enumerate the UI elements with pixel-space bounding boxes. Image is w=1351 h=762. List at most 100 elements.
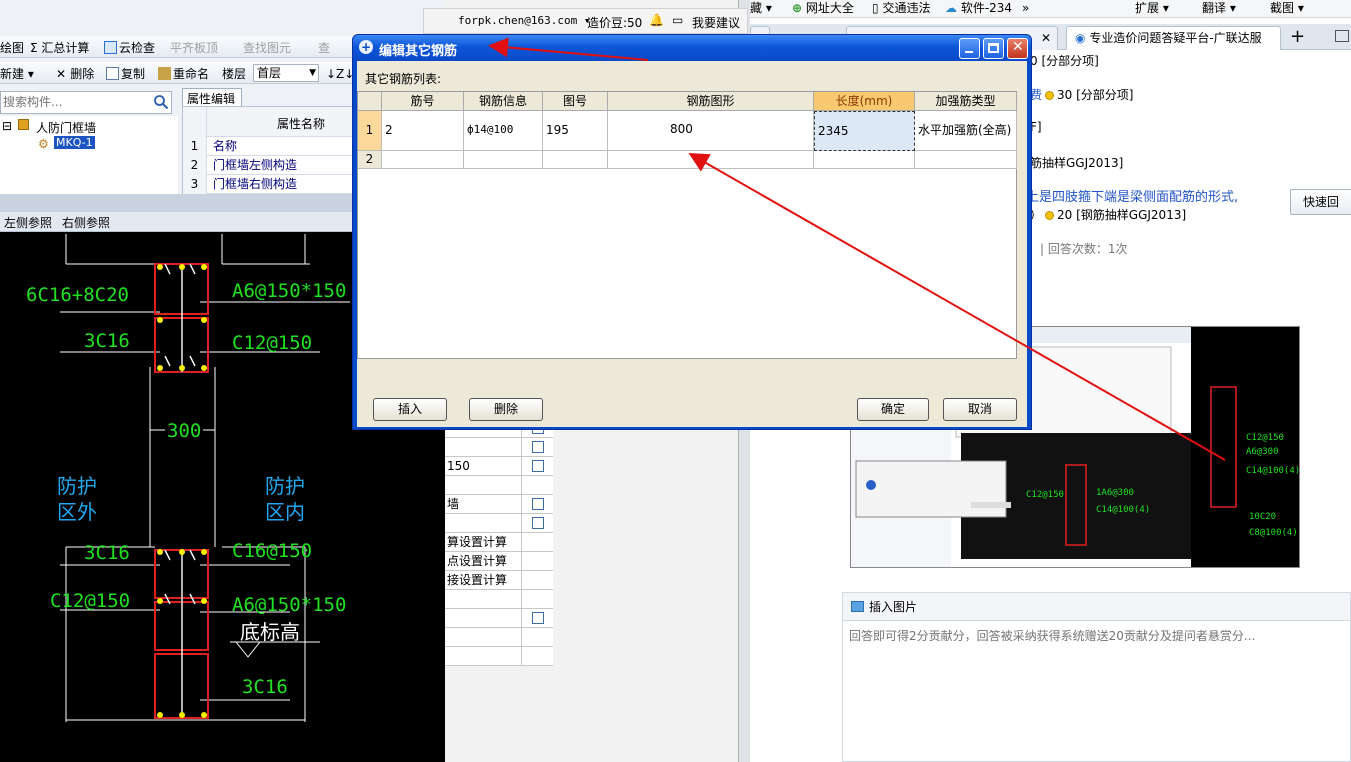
suggest-link[interactable]: 我要建议 [692, 14, 740, 31]
list-item[interactable] [445, 647, 553, 666]
new-tab-button[interactable]: + [1290, 26, 1305, 47]
question-text[interactable]: 上是四肢箍下端是梁侧面配筋的形式, [1026, 186, 1238, 205]
copy-icon [106, 67, 119, 80]
left-reference-tab[interactable]: 左侧参照 [4, 214, 52, 231]
copy-button[interactable]: 复制 [106, 65, 145, 82]
reinforcement-type-cell[interactable] [915, 151, 1017, 169]
bookmark-item[interactable]: ☁ 软件-234 [945, 0, 1012, 16]
window-icon[interactable] [1335, 30, 1349, 42]
answer-textarea[interactable] [849, 627, 1344, 747]
translate-menu[interactable]: 翻译 ▾ [1202, 0, 1236, 16]
list-item[interactable] [445, 438, 553, 457]
column-header[interactable]: 筋号 [382, 92, 464, 111]
svg-text:C8@100(4): C8@100(4) [1249, 528, 1298, 538]
list-item[interactable]: 算设置计算 [445, 533, 553, 552]
list-item[interactable]: 墙 [445, 495, 553, 514]
checkbox[interactable] [532, 460, 544, 472]
length-cell[interactable] [814, 151, 915, 169]
reinforcement-type-cell[interactable]: 水平加强筋(全高) [915, 111, 1017, 151]
minimize-button[interactable] [959, 38, 980, 59]
list-item-label: 墙 [445, 495, 522, 514]
extension-menu[interactable]: 扩展 ▾ [1135, 0, 1169, 16]
floor-select[interactable]: 首层 ▼ [253, 64, 319, 82]
rebar-shape-cell[interactable] [608, 151, 814, 169]
list-item[interactable]: 点设置计算 [445, 552, 553, 571]
delete-component-button[interactable]: ✕ 删除 [56, 65, 94, 82]
cad-label: C12@150 [50, 590, 131, 612]
toolbar-more[interactable]: 查 [318, 39, 330, 56]
qa-item[interactable]: 费 30 [分部分项] [1030, 86, 1133, 103]
right-reference-tab[interactable]: 右侧参照 [62, 214, 110, 231]
dialog-titlebar[interactable]: + 编辑其它钢筋 ✕ [353, 35, 1031, 61]
rebar-shape-cell[interactable]: 800 150 [608, 111, 814, 151]
tree-root-node[interactable]: 人防门框墙 [36, 119, 96, 136]
bookmark-item[interactable]: ▯ 交通违法 [872, 0, 930, 16]
delete-button[interactable]: 删除 [469, 398, 543, 421]
checkbox[interactable] [532, 612, 544, 624]
ok-button[interactable]: 确定 [857, 398, 929, 421]
list-item[interactable] [445, 628, 553, 647]
maximize-button[interactable] [983, 38, 1004, 59]
software-icon: ☁ [945, 1, 957, 15]
cancel-button[interactable]: 取消 [943, 398, 1017, 421]
toolbar-draw[interactable]: 绘图 [0, 39, 24, 56]
list-item[interactable] [445, 514, 553, 533]
tree-item-mkq1[interactable]: MKQ-1 [54, 136, 95, 149]
checkbox[interactable] [532, 441, 544, 453]
length-cell[interactable]: 2345 [814, 111, 915, 151]
bookmark-more[interactable]: » [1022, 0, 1029, 16]
rebar-info-cell[interactable]: ф14@100 [464, 111, 543, 151]
tab-property-edit[interactable]: 属性编辑 [182, 88, 242, 106]
rebar-no-cell[interactable]: 2 [382, 111, 464, 151]
rebar-info-cell[interactable] [464, 151, 543, 169]
row-number[interactable]: 1 [358, 111, 382, 151]
insert-image-bar[interactable]: 插入图片 [843, 593, 1350, 621]
bookmark-item[interactable]: ⊕ 网址大全 [792, 0, 854, 16]
toolbar-cloud-check[interactable]: 云检查 [104, 39, 155, 56]
column-header[interactable]: 图号 [543, 92, 608, 111]
figure-no-cell[interactable] [543, 151, 608, 169]
folder-icon [18, 119, 29, 133]
plus-icon: ⊕ [792, 1, 803, 15]
cad-label: 防护 [265, 474, 305, 498]
bell-icon[interactable]: 🔔 [649, 13, 664, 27]
tab-active[interactable]: ◉ 专业造价问题答疑平台-广联达服 [1066, 26, 1281, 50]
qa-item[interactable]: 0 [分部分项] [1030, 52, 1099, 69]
toolbar-summary-calc[interactable]: Σ 汇总计算 [30, 39, 89, 56]
list-item[interactable]: 接设置计算 [445, 571, 553, 590]
answer-count: | 回答次数：1次 [1040, 242, 1128, 256]
insert-button[interactable]: 插入 [373, 398, 447, 421]
figure-no-cell[interactable]: 195 [543, 111, 608, 151]
list-item[interactable] [445, 609, 553, 628]
list-item[interactable]: 150 [445, 457, 553, 476]
column-header[interactable]: 加强筋类型 [915, 92, 1017, 111]
close-button[interactable]: ✕ [1007, 38, 1028, 59]
close-icon: ✕ [1012, 39, 1024, 55]
column-header[interactable]: 钢筋图形 [608, 92, 814, 111]
column-header[interactable]: 钢筋信息 [464, 92, 543, 111]
search-input[interactable] [1, 92, 151, 112]
rebar-no-cell[interactable] [382, 151, 464, 169]
list-item-label [445, 514, 522, 533]
qa-item[interactable]: 筋抽样GGJ2013] [1030, 154, 1123, 171]
row-number[interactable]: 2 [358, 151, 382, 169]
list-item[interactable] [445, 590, 553, 609]
question-meta: ） 20 [钢筋抽样GGJ2013] [1030, 206, 1186, 223]
screenshot-menu[interactable]: 截图 ▾ [1270, 0, 1304, 16]
new-button[interactable]: 新建 ▾ [0, 65, 34, 82]
column-header-highlighted[interactable]: 长度(mm) [814, 92, 915, 111]
quick-reply-button[interactable]: 快速回 [1290, 189, 1351, 215]
list-item[interactable] [445, 476, 553, 495]
user-account[interactable]: forpk.chen@163.com ▾ [458, 14, 590, 27]
checkbox[interactable] [532, 498, 544, 510]
svg-text:A6@300: A6@300 [1246, 447, 1279, 457]
cad-label: A6@150*150 [232, 594, 347, 616]
toolbar-find-element[interactable]: 查找图元 [243, 39, 291, 56]
search-icon[interactable] [153, 94, 169, 110]
toolbar-align-slab-top[interactable]: 平齐板顶 [170, 39, 218, 56]
close-icon[interactable]: ✕ [1041, 27, 1051, 49]
checkbox[interactable] [532, 517, 544, 529]
tree-collapse-icon[interactable]: ⊟ [2, 119, 12, 133]
rename-button[interactable]: 重命名 [158, 65, 209, 82]
bookmark-item[interactable]: 藏 ▾ [750, 0, 772, 16]
